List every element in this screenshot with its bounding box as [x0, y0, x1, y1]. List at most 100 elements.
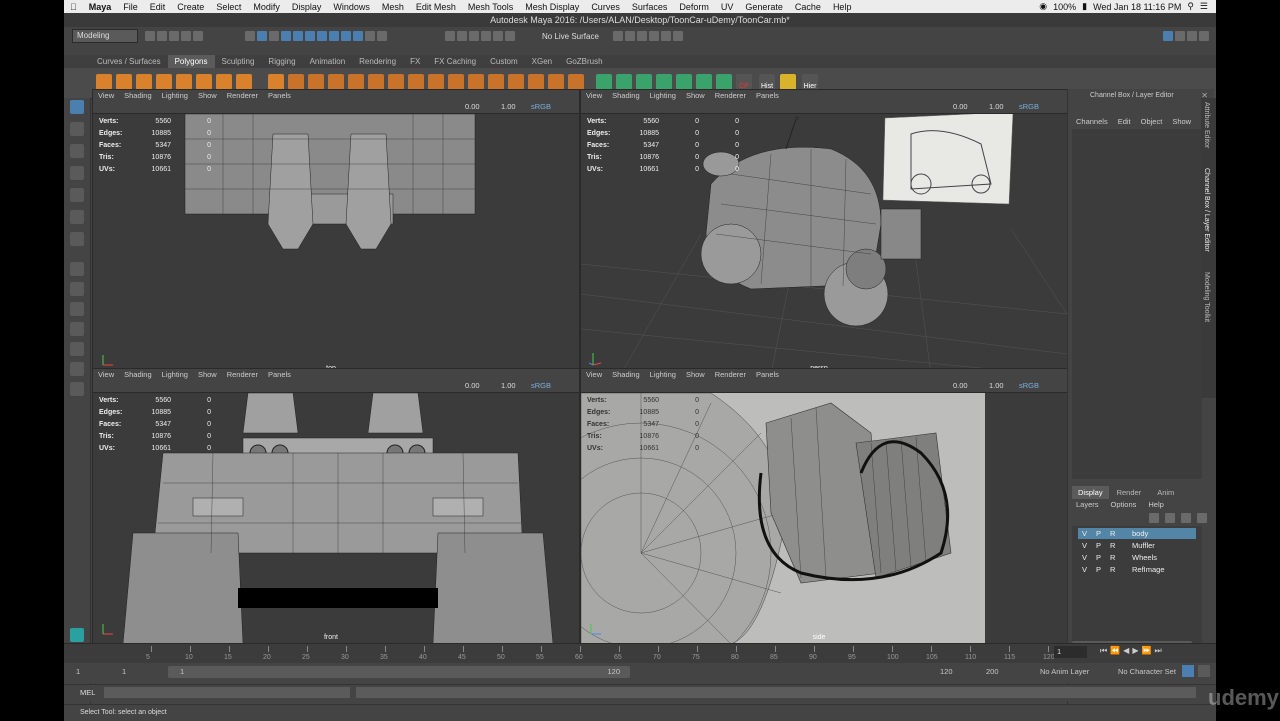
- side-tab-modeling-toolkit[interactable]: Modeling Toolkit: [1203, 272, 1210, 322]
- layer-row-refimage[interactable]: V P R RefImage: [1078, 564, 1196, 575]
- menu-edit[interactable]: Edit: [144, 2, 172, 12]
- menu-surfaces[interactable]: Surfaces: [626, 2, 674, 12]
- render-settings-icon[interactable]: [649, 31, 659, 41]
- shelf-tab-xgen[interactable]: XGen: [525, 55, 559, 68]
- select-hierarchy-icon[interactable]: [245, 31, 255, 41]
- mask-misc-icon[interactable]: [365, 31, 375, 41]
- menu-edit-mesh[interactable]: Edit Mesh: [410, 2, 462, 12]
- smooth-icon[interactable]: [328, 74, 344, 90]
- planar-uv-icon[interactable]: [596, 74, 612, 90]
- poly-sphere-icon[interactable]: [96, 74, 112, 90]
- channel-list[interactable]: [1072, 129, 1202, 479]
- vp-field-gamma[interactable]: 1.00: [501, 102, 516, 111]
- anim-layer-selector[interactable]: No Anim Layer: [1040, 667, 1089, 676]
- side-tab-channel-box[interactable]: Channel Box / Layer Editor: [1203, 168, 1210, 252]
- poly-cube-icon[interactable]: [116, 74, 132, 90]
- spherical-uv-icon[interactable]: [656, 74, 672, 90]
- menu-mesh-display[interactable]: Mesh Display: [519, 2, 585, 12]
- menu-cache[interactable]: Cache: [789, 2, 827, 12]
- vp-menu-view[interactable]: View: [93, 91, 119, 100]
- reduce-icon[interactable]: [348, 74, 364, 90]
- anim-prefs-icon[interactable]: [1198, 665, 1210, 677]
- poly-cone-icon[interactable]: [156, 74, 172, 90]
- uv-editor-icon[interactable]: [676, 74, 692, 90]
- menu-select[interactable]: Select: [210, 2, 247, 12]
- vp-field-exposure[interactable]: 0.00: [465, 381, 480, 390]
- vp-field-gamma[interactable]: 1.00: [501, 381, 516, 390]
- shelf-tab-sculpting[interactable]: Sculpting: [215, 55, 262, 68]
- last-tool-icon[interactable]: [70, 232, 84, 246]
- new-scene-icon[interactable]: [145, 31, 155, 41]
- vp-field-gamma[interactable]: 1.00: [989, 381, 1004, 390]
- mask-joints-icon[interactable]: [293, 31, 303, 41]
- cb-menu-object[interactable]: Object: [1141, 117, 1163, 126]
- layer-tab-render[interactable]: Render: [1109, 486, 1150, 499]
- extrude-icon[interactable]: [388, 74, 404, 90]
- layer-row-body[interactable]: V P Rbody: [1078, 528, 1196, 539]
- layout-extra-icon[interactable]: [70, 382, 84, 396]
- toggle-render-icon[interactable]: [673, 31, 683, 41]
- menu-generate[interactable]: Generate: [739, 2, 789, 12]
- menu-maya[interactable]: Maya: [83, 2, 118, 12]
- viewport-front[interactable]: View Shading Lighting Show Renderer Pane…: [92, 368, 580, 645]
- automatic-uv-icon[interactable]: [616, 74, 632, 90]
- multi-cut-icon[interactable]: [488, 74, 504, 90]
- move-tool-icon[interactable]: [70, 166, 84, 180]
- step-forward-frame-icon[interactable]: ⏩: [1141, 646, 1151, 656]
- menu-modify[interactable]: Modify: [247, 2, 286, 12]
- vp-field-gamma[interactable]: 1.00: [989, 102, 1004, 111]
- vp-field-exposure[interactable]: 0.00: [465, 102, 480, 111]
- snap-live-icon[interactable]: [505, 31, 515, 41]
- mel-label[interactable]: MEL: [80, 688, 95, 697]
- menu-windows[interactable]: Windows: [327, 2, 376, 12]
- vp-menu-renderer[interactable]: Renderer: [222, 91, 263, 100]
- poly-plane-icon[interactable]: [176, 74, 192, 90]
- vp-menu-panels[interactable]: Panels: [751, 370, 784, 379]
- layer-menu-options[interactable]: Options: [1111, 500, 1137, 509]
- center-pivot-icon[interactable]: CP: [736, 74, 752, 90]
- quad-draw-icon[interactable]: [568, 74, 584, 90]
- shelf-tab-fx-caching[interactable]: FX Caching: [427, 55, 483, 68]
- go-to-end-icon[interactable]: ⏭: [1154, 646, 1161, 656]
- wifi-icon[interactable]: ◉: [1039, 1, 1047, 12]
- append-icon[interactable]: [448, 74, 464, 90]
- vp-menu-view[interactable]: View: [581, 91, 607, 100]
- mask-curves-icon[interactable]: [305, 31, 315, 41]
- step-back-key-icon[interactable]: ⏪: [1110, 646, 1120, 656]
- bridge-icon[interactable]: [428, 74, 444, 90]
- layer-row-muffler[interactable]: V P R Muffler: [1078, 540, 1196, 551]
- outliner-layout-icon[interactable]: [70, 342, 84, 356]
- mask-surfaces-icon[interactable]: [317, 31, 327, 41]
- viewport-top[interactable]: View Shading Lighting Show Renderer Pane…: [92, 89, 580, 376]
- play-forward-icon[interactable]: ▶: [1132, 646, 1138, 656]
- persp-outliner-layout-icon[interactable]: [70, 302, 84, 316]
- shelf-tab-rigging[interactable]: Rigging: [261, 55, 302, 68]
- target-weld-icon[interactable]: [508, 74, 524, 90]
- battery-icon[interactable]: ▮: [1082, 1, 1087, 12]
- move-layer-up-icon[interactable]: [1149, 513, 1159, 523]
- vp-menu-renderer[interactable]: Renderer: [710, 91, 751, 100]
- vp-menu-show[interactable]: Show: [681, 370, 710, 379]
- vp-menu-view[interactable]: View: [581, 370, 607, 379]
- select-component-icon[interactable]: [269, 31, 279, 41]
- modeling-toolkit-toggle-icon[interactable]: [1163, 31, 1173, 41]
- shelf-tab-rendering[interactable]: Rendering: [352, 55, 403, 68]
- shelf-tab-curves-surfaces[interactable]: Curves / Surfaces: [90, 55, 168, 68]
- mask-dynamics-icon[interactable]: [341, 31, 351, 41]
- select-tool-icon[interactable]: [70, 100, 84, 114]
- mask-handles-icon[interactable]: [281, 31, 291, 41]
- vp-menu-lighting[interactable]: Lighting: [645, 91, 681, 100]
- layer-tab-anim[interactable]: Anim: [1149, 486, 1182, 499]
- poly-cylinder-icon[interactable]: [136, 74, 152, 90]
- mirror-icon[interactable]: [308, 74, 324, 90]
- vp-menu-view[interactable]: View: [93, 370, 119, 379]
- scale-tool-icon[interactable]: [70, 210, 84, 224]
- poly-disc-icon[interactable]: [216, 74, 232, 90]
- viewport-side[interactable]: View Shading Lighting Show Renderer Pane…: [580, 368, 1068, 645]
- cylindrical-uv-icon[interactable]: [636, 74, 652, 90]
- poly-torus-icon[interactable]: [196, 74, 212, 90]
- vp-menu-panels[interactable]: Panels: [263, 91, 296, 100]
- mask-deform-icon[interactable]: [329, 31, 339, 41]
- vp-menu-show[interactable]: Show: [193, 91, 222, 100]
- vp-field-colorspace[interactable]: sRGB: [1019, 381, 1039, 390]
